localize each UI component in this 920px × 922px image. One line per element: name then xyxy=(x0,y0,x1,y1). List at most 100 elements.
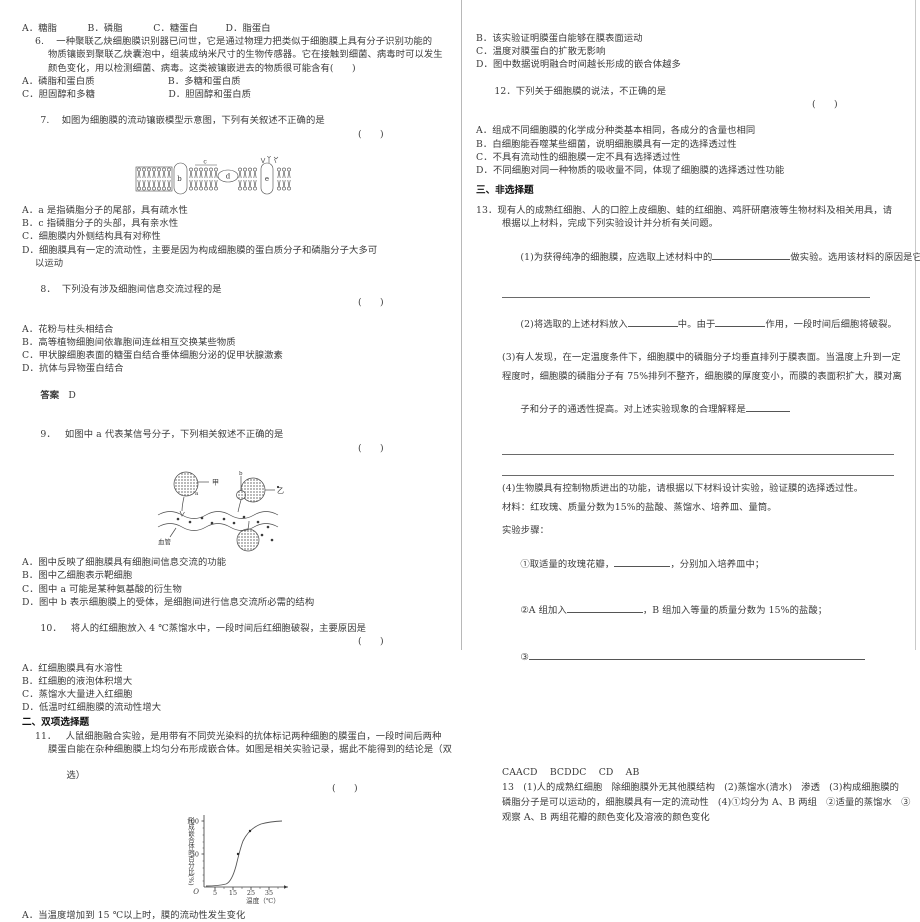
q13-step1-text-a: ①取适量的玫瑰花瓣， xyxy=(520,558,615,570)
q8-answer-row: 答案 D xyxy=(22,376,444,416)
q8-option-d: D．抗体与异物蛋白结合 xyxy=(22,363,124,375)
q13-step1-text-b: ，分别加入培养皿中； xyxy=(670,558,765,570)
membrane-label-b: b xyxy=(177,175,182,183)
q13-sub2-blank-2[interactable] xyxy=(715,317,766,328)
q11-stem-line-1: 11． 人鼠细胞融合实验，是用带有不同荧光染料的抗体标记两种细胞的膜蛋白，一段时… xyxy=(35,730,442,742)
q6-option-c-d: C．胆固醇和多糖 D．胆固醇和蛋白质 xyxy=(22,89,252,101)
q11-option-d: D．图中数据说明融合时间越长形成的嵌合体越多 xyxy=(476,59,681,71)
q13-step-1: ①取适量的玫瑰花瓣， ，分别加入培养皿中； xyxy=(476,543,904,584)
chart-ylabel: 形成嵌合体的百分比(%) xyxy=(187,816,195,885)
q9-stem: 9． 如图中 a 代表某信号分子，下列相关叙述不正确的是 ( ) xyxy=(22,415,444,468)
spacer-q13-8 xyxy=(476,455,904,465)
q12-option-a: A．组成不同细胞膜的化学成分种类基本相同，各成分的含量也相同 xyxy=(476,125,756,137)
q13-sub2-blank-1[interactable] xyxy=(627,317,678,328)
q7-answer-paren: ( ) xyxy=(358,128,384,140)
q6-stem-line-1: 6. 一种聚联乙炔细胞膜识别器已问世，它是通过物理力把类似于细胞膜上具有分子识别… xyxy=(35,36,433,48)
q7-stem-text: 7. 如图为细胞膜的流动镶嵌模型示意图，下列有关叙述不正确的是 xyxy=(40,115,325,127)
q13-step3-blank[interactable] xyxy=(528,650,865,660)
document-page: A．糖脂 B．磷脂 C．糖蛋白 D．脂蛋白 6. 一种聚联乙炔细胞膜识别器已问世… xyxy=(0,0,920,921)
q8-stem-text: 8． 下列没有涉及细胞间信息交流过程的是 xyxy=(40,284,222,296)
q13-step2-blank[interactable] xyxy=(566,603,643,614)
q13-step-3: ③ xyxy=(476,637,904,678)
q12-option-b: B．白细胞能吞噬某些细菌，说明细胞膜具有一定的选择透过性 xyxy=(476,138,737,150)
q13-sub1-text-a: (1)为获得纯净的细胞膜，应选取上述材料中的 xyxy=(520,251,713,263)
q9-option-a: A．图中反映了细胞膜具有细胞间信息交流的功能 xyxy=(22,557,227,569)
signal-label-a: a xyxy=(195,491,199,497)
q13-sub4: (4)生物膜具有控制物质进出的功能，请根据以下材料设计实验，验证膜的选择透过性。 xyxy=(502,482,864,494)
q10-stem-text: 10． 将人的红细胞放入 4 ℃蒸馏水中，一段时间后红细胞破裂，主要原因是 xyxy=(40,623,367,635)
q13-step2-text-b: ，B 组加入等量的质量分数为 15%的盐酸； xyxy=(642,605,828,617)
section-three-heading: 三、非选择题 xyxy=(476,185,534,197)
chart-point-85 xyxy=(248,829,252,832)
chart-point-50 xyxy=(236,852,240,855)
signal-label-vessel: 血管 xyxy=(158,537,172,546)
q13-sub1-text-b: 做实验。选用该材料的原因是它 xyxy=(790,251,920,263)
q10-option-b: B．红细胞的液泡体积增大 xyxy=(22,675,133,687)
q13-sub3-answer-rule-2[interactable] xyxy=(502,465,894,476)
q13-step2-text-a: ②A 组加入 xyxy=(520,605,567,617)
membrane-diagram-svg: b c d e xyxy=(135,156,291,195)
q13-sub2-text-c: 作用，一段时间后细胞将破裂。 xyxy=(765,319,897,331)
q13-sub3-line-1: (3)有人发现，在一定温度条件下，细胞膜中的磷脂分子均垂直排列于膜表面。当温度上… xyxy=(502,351,901,363)
q7-option-c: C．细胞膜内外侧结构具有对称性 xyxy=(22,231,161,243)
q13-sub3-answer-rule-1[interactable] xyxy=(502,444,894,455)
q12-option-d: D．不同细胞对同一种物质的吸收量不同，体现了细胞膜的选择透过性功能 xyxy=(476,165,785,177)
q11-option-b: B．该实验证明膜蛋白能够在膜表面运动 xyxy=(476,33,643,44)
signal-molecule-figure: 甲 乙 a b 血管 xyxy=(22,470,444,554)
chart-xtick-5: 5 xyxy=(213,889,217,897)
spacer-before-answers-2 xyxy=(476,737,904,765)
q10-option-a: A．红细胞膜具有水溶性 xyxy=(22,662,123,674)
q13-sub3-line-3: 子和分子的通透性提高。对上述实验现象的合理解释是 xyxy=(476,389,904,430)
q9-stem-text: 9． 如图中 a 代表某信号分子，下列相关叙述不正确的是 xyxy=(40,429,284,441)
q13-sub1-blank[interactable] xyxy=(712,250,791,260)
q12-answer-paren: ( ) xyxy=(812,99,838,111)
q12-stem: 12．下列关于细胞膜的说法，不正确的是 ( ) xyxy=(476,72,904,125)
q13-step3-text: ③ xyxy=(520,651,529,663)
q6-stem-line-3: 颜色变化，用以检测细菌、病毒。这类被镶嵌进去的物质很可能含有( ) xyxy=(48,62,356,74)
chart-xtick-25: 25 xyxy=(247,889,255,897)
q8-option-c: C．甲状腺细胞表面的糖蛋白结合垂体细胞分泌的促甲状腺激素 xyxy=(22,350,283,362)
q10-option-c: C．蒸馏水大量进入红细胞 xyxy=(22,689,133,701)
q11-option-a: A．当温度增加到 15 ℃以上时，膜的流动性发生变化 xyxy=(22,909,246,921)
left-column: A．糖脂 B．磷脂 C．糖蛋白 D．脂蛋白 6. 一种聚联乙炔细胞膜识别器已问世… xyxy=(0,0,460,921)
q13-step1-blank[interactable] xyxy=(614,557,671,567)
membrane-model-figure: b c d e xyxy=(22,156,444,202)
membrane-label-c: c xyxy=(203,159,207,166)
chimera-chart-svg: 100 50 O 5 15 25 35 温度（℃） 形成嵌合体的百分比(%) xyxy=(187,814,288,905)
q8-stem: 8． 下列没有涉及细胞间信息交流过程的是 ( ) xyxy=(22,270,444,323)
signal-label-b: b xyxy=(239,471,243,477)
q13-sub3-line-2: 程度时，细胞膜的磷脂分子有 75%排列不整齐，细胞膜的厚度变小，而膜的表面积扩大… xyxy=(502,371,902,383)
q7-option-a: A．a 是指磷脂分子的尾部，具有疏水性 xyxy=(22,205,188,217)
q7-option-d-cont: 以运动 xyxy=(35,257,64,269)
chart-curve xyxy=(205,820,283,887)
q13-sub3-text: 子和分子的通透性提高。对上述实验现象的合理解释是 xyxy=(520,404,746,416)
q9-option-c: C．图中 a 可能是某种氨基酸的衍生物 xyxy=(22,583,182,595)
q12-option-c: C．不具有流动性的细胞膜一定不具有选择透过性 xyxy=(476,151,681,163)
q13-sub2-text-b: 中。由于 xyxy=(677,319,716,331)
q9-answer-paren: ( ) xyxy=(358,442,384,454)
q11-stem-line-2: 膜蛋白能在杂种细胞膜上均匀分布形成嵌合体。如图是相关实验记录，据此不能得到的结论… xyxy=(48,743,453,755)
spacer-before-answers xyxy=(476,677,904,737)
q13-sub3-blank[interactable] xyxy=(745,402,790,413)
chart-x-arrow xyxy=(284,884,288,889)
q11-answer-paren: ( ) xyxy=(332,783,358,795)
q8-answer-value: D xyxy=(68,389,76,401)
q13-materials: 材料：红玫瑰、质量分数为15%的盐酸、蒸馏水、培养皿、量筒。 xyxy=(502,502,777,514)
q8-answer-paren: ( ) xyxy=(358,297,384,309)
chimera-temperature-chart: 100 50 O 5 15 25 35 温度（℃） 形成嵌合体的百分比(%) xyxy=(22,811,444,907)
q13-sub1-answer-rule[interactable] xyxy=(502,287,870,299)
q11-stem-line-3: 选） ( ) xyxy=(22,756,444,809)
q13-sub2: (2)将选取的上述材料放入 中。由于 作用，一段时间后细胞将破裂。 xyxy=(476,304,904,345)
q8-option-a: A．花粉与柱头相结合 xyxy=(22,323,114,335)
q9-option-b: B．图中乙细胞表示靶细胞 xyxy=(22,570,133,582)
section-two-heading: 二、双项选择题 xyxy=(22,716,90,728)
mc-answer-key: CAACD BCDDC CD AB xyxy=(502,767,640,779)
membrane-label-e: e xyxy=(265,175,269,183)
q7-stem: 7. 如图为细胞膜的流动镶嵌模型示意图，下列有关叙述不正确的是 ( ) xyxy=(22,101,444,154)
chart-xtick-15: 15 xyxy=(229,889,237,897)
q13-steps-heading: 实验步骤： xyxy=(502,525,549,537)
spacer-q13-7 xyxy=(476,430,904,444)
chart-xtick-35: 35 xyxy=(265,889,273,897)
q11-option-c: C．温度对膜蛋白的扩散无影响 xyxy=(476,46,606,58)
q10-answer-paren: ( ) xyxy=(358,636,384,648)
